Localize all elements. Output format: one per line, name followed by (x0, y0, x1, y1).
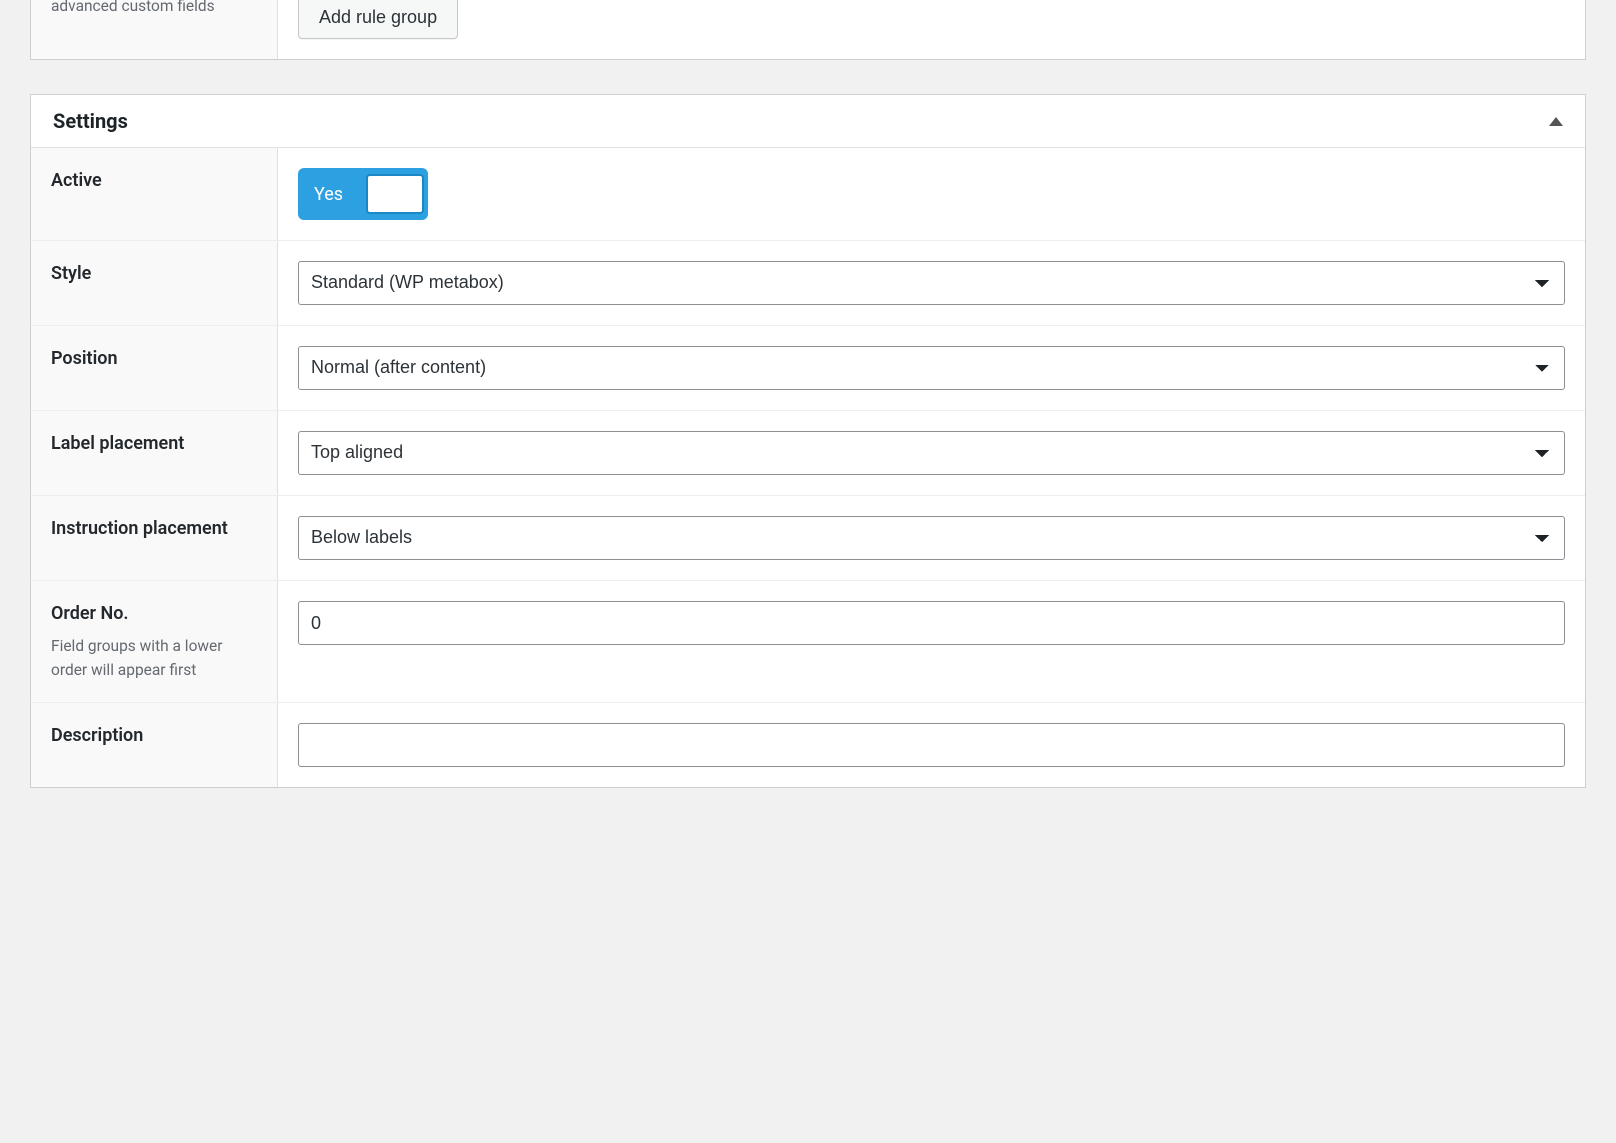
order-no-row: Order No. Field groups with a lower orde… (31, 580, 1585, 702)
description-label: Description (51, 723, 257, 748)
active-toggle-label: Yes (302, 184, 366, 205)
order-no-label: Order No. (51, 601, 257, 626)
style-select[interactable]: Standard (WP metabox) (298, 261, 1565, 305)
location-rules-label-cell: screens will use these advanced custom f… (31, 0, 278, 59)
instruction-placement-row: Instruction placement Below labels (31, 495, 1585, 580)
description-input[interactable] (298, 723, 1565, 767)
order-no-description: Field groups with a lower order will app… (51, 634, 257, 682)
description-row: Description (31, 702, 1585, 787)
order-no-input[interactable] (298, 601, 1565, 645)
active-toggle[interactable]: Yes (298, 168, 428, 220)
location-rules-row: screens will use these advanced custom f… (31, 0, 1585, 59)
location-rules-description: screens will use these advanced custom f… (51, 0, 257, 19)
active-row: Active Yes (31, 148, 1585, 240)
location-rules-input-cell: or Add rule group (278, 0, 1585, 59)
instruction-placement-label: Instruction placement (51, 516, 257, 541)
location-metabox: screens will use these advanced custom f… (30, 0, 1586, 60)
settings-panel-title: Settings (53, 109, 128, 133)
style-label: Style (51, 261, 257, 286)
style-row: Style Standard (WP metabox) (31, 240, 1585, 325)
label-placement-select[interactable]: Top aligned (298, 431, 1565, 475)
label-placement-row: Label placement Top aligned (31, 410, 1585, 495)
caret-up-icon (1549, 117, 1563, 126)
position-label: Position (51, 346, 257, 371)
active-label: Active (51, 168, 257, 193)
settings-panel-header[interactable]: Settings (31, 95, 1585, 148)
position-select[interactable]: Normal (after content) (298, 346, 1565, 390)
instruction-placement-select[interactable]: Below labels (298, 516, 1565, 560)
label-placement-label: Label placement (51, 431, 257, 456)
settings-metabox: Settings Active Yes Style (30, 94, 1586, 788)
position-row: Position Normal (after content) (31, 325, 1585, 410)
active-toggle-knob (366, 174, 424, 214)
add-rule-group-button[interactable]: Add rule group (298, 0, 458, 39)
